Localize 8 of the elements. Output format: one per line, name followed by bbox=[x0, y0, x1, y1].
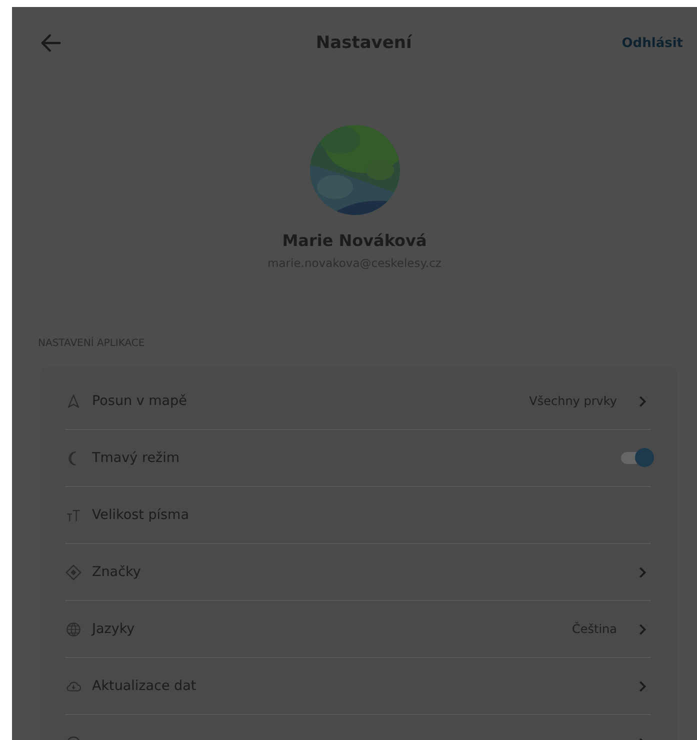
chevron-right-icon[interactable] bbox=[637, 622, 647, 636]
chevron-right-icon[interactable] bbox=[637, 394, 647, 408]
globe-icon bbox=[65, 620, 82, 638]
diamond-icon bbox=[65, 564, 82, 580]
logout-link[interactable]: Odhlásit bbox=[622, 36, 683, 50]
chevron-right-icon[interactable] bbox=[637, 680, 647, 692]
navigation-arrow-icon bbox=[65, 392, 82, 410]
chevron-right-icon[interactable] bbox=[637, 566, 647, 578]
